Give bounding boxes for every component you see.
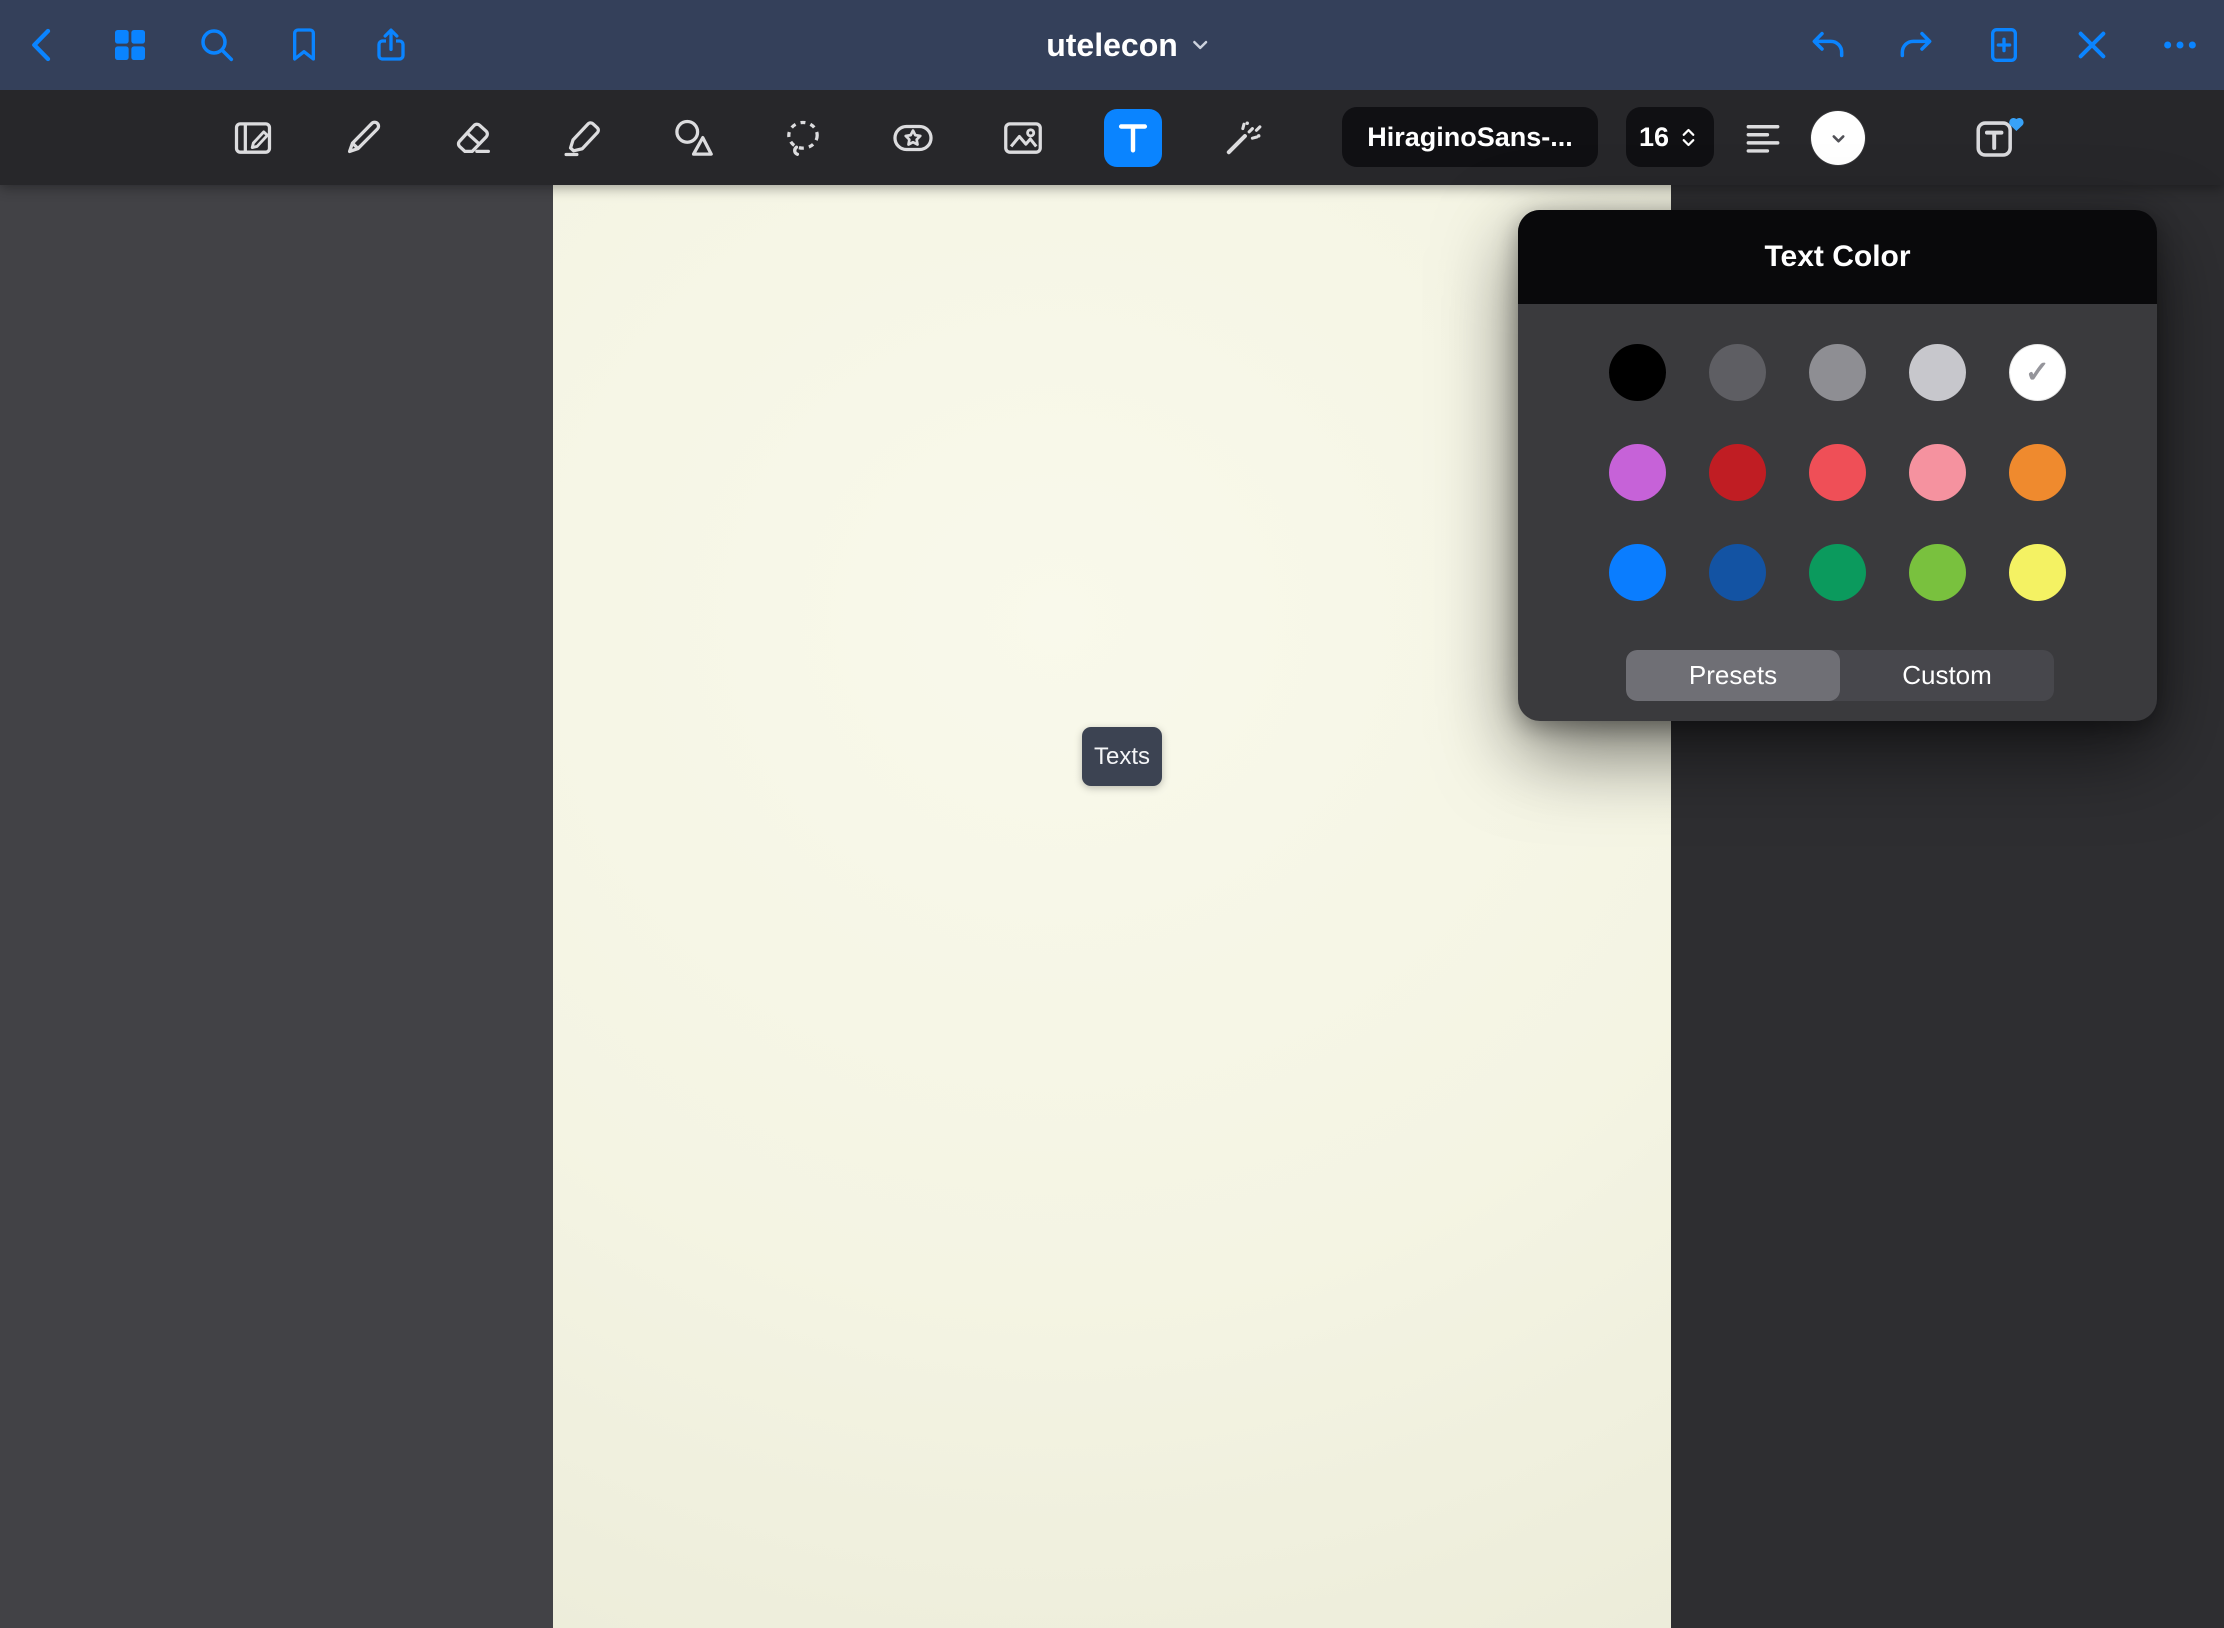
custom-tab[interactable]: Custom — [1840, 650, 2054, 701]
top-navigation-bar: utelecon — [0, 0, 2224, 90]
color-swatch[interactable] — [1909, 344, 1966, 401]
color-swatch[interactable]: ✓ — [2009, 344, 2066, 401]
pen-icon — [340, 115, 386, 161]
close-document-button[interactable] — [2064, 17, 2120, 73]
more-options-button[interactable] — [2152, 17, 2208, 73]
highlighter-tool[interactable] — [554, 109, 612, 167]
document-title: utelecon — [1046, 27, 1178, 64]
presets-custom-segmented-control: Presets Custom — [1626, 650, 2054, 701]
eraser-icon — [450, 115, 496, 161]
color-swatch[interactable] — [1609, 344, 1666, 401]
font-name-button[interactable]: HiraginoSans-... — [1342, 107, 1598, 167]
pen-tool[interactable] — [334, 109, 392, 167]
text-style-favorite-button[interactable] — [1970, 109, 2030, 167]
share-icon — [371, 25, 411, 65]
eraser-tool[interactable] — [444, 109, 502, 167]
bookmark-icon — [284, 25, 324, 65]
elements-tool[interactable] — [884, 109, 942, 167]
bookmark-button[interactable] — [276, 17, 332, 73]
color-swatch[interactable] — [1809, 544, 1866, 601]
redo-button[interactable] — [1888, 17, 1944, 73]
color-chevron-down-icon — [1825, 125, 1852, 152]
text-alignment-button[interactable] — [1735, 109, 1791, 165]
document-title-dropdown[interactable]: utelecon — [1046, 0, 1210, 90]
lasso-icon — [780, 115, 826, 161]
thumbnails-grid-icon — [110, 25, 150, 65]
stepper-chevrons-icon — [1676, 125, 1701, 150]
color-swatch[interactable] — [1609, 444, 1666, 501]
topbar-right-group — [1800, 0, 2208, 90]
text-tool-icon — [1110, 115, 1156, 161]
popover-title: Text Color — [1518, 210, 2157, 304]
chevron-down-icon — [1190, 35, 1210, 55]
color-swatch[interactable] — [1909, 544, 1966, 601]
color-swatch[interactable] — [2009, 444, 2066, 501]
add-page-icon — [1984, 25, 2024, 65]
notes-app-window: utelecon — [0, 0, 2224, 1628]
laser-pointer-tool[interactable] — [1214, 109, 1272, 167]
canvas-background-left — [0, 185, 553, 1628]
back-chevron-icon — [23, 25, 63, 65]
color-swatch[interactable] — [1909, 444, 1966, 501]
redo-icon — [1896, 25, 1936, 65]
search-button[interactable] — [189, 17, 245, 73]
view-mode-icon — [230, 115, 276, 161]
topbar-left-group — [15, 0, 419, 90]
font-size-value: 16 — [1639, 122, 1669, 153]
color-swatch[interactable] — [1709, 344, 1766, 401]
color-swatch-grid: ✓ — [1609, 344, 2066, 601]
tools-toolbar: HiraginoSans-... 16 — [0, 90, 2224, 185]
undo-button[interactable] — [1800, 17, 1856, 73]
image-icon — [1000, 115, 1046, 161]
color-swatch[interactable] — [1709, 544, 1766, 601]
image-tool[interactable] — [994, 109, 1052, 167]
text-tool[interactable] — [1104, 109, 1162, 167]
checkmark-icon: ✓ — [2025, 358, 2050, 388]
text-color-popover: Text Color ✓ Presets Custom — [1518, 210, 2157, 721]
color-swatch[interactable] — [1809, 444, 1866, 501]
tool-group — [224, 90, 1272, 185]
color-swatch[interactable] — [1709, 444, 1766, 501]
undo-icon — [1808, 25, 1848, 65]
search-icon — [197, 25, 237, 65]
shapes-icon — [670, 115, 716, 161]
text-object[interactable]: Texts — [1082, 727, 1162, 786]
lasso-tool[interactable] — [774, 109, 832, 167]
ellipsis-icon — [2160, 25, 2200, 65]
text-alignment-icon — [1741, 115, 1785, 159]
color-swatch[interactable] — [2009, 544, 2066, 601]
share-button[interactable] — [363, 17, 419, 73]
font-size-stepper[interactable]: 16 — [1626, 107, 1714, 167]
presets-tab[interactable]: Presets — [1626, 650, 1840, 701]
highlighter-icon — [560, 115, 606, 161]
document-page[interactable]: Texts — [553, 185, 1671, 1628]
back-button[interactable] — [15, 17, 71, 73]
text-style-heart-icon — [1972, 113, 2028, 163]
elements-star-icon — [890, 115, 936, 161]
view-mode-tool[interactable] — [224, 109, 282, 167]
laser-pointer-icon — [1220, 115, 1266, 161]
add-page-button[interactable] — [1976, 17, 2032, 73]
shapes-tool[interactable] — [664, 109, 722, 167]
page-thumbnails-button[interactable] — [102, 17, 158, 73]
text-color-button[interactable] — [1811, 111, 1865, 165]
color-swatch[interactable] — [1609, 544, 1666, 601]
close-icon — [2072, 25, 2112, 65]
color-swatch[interactable] — [1809, 344, 1866, 401]
